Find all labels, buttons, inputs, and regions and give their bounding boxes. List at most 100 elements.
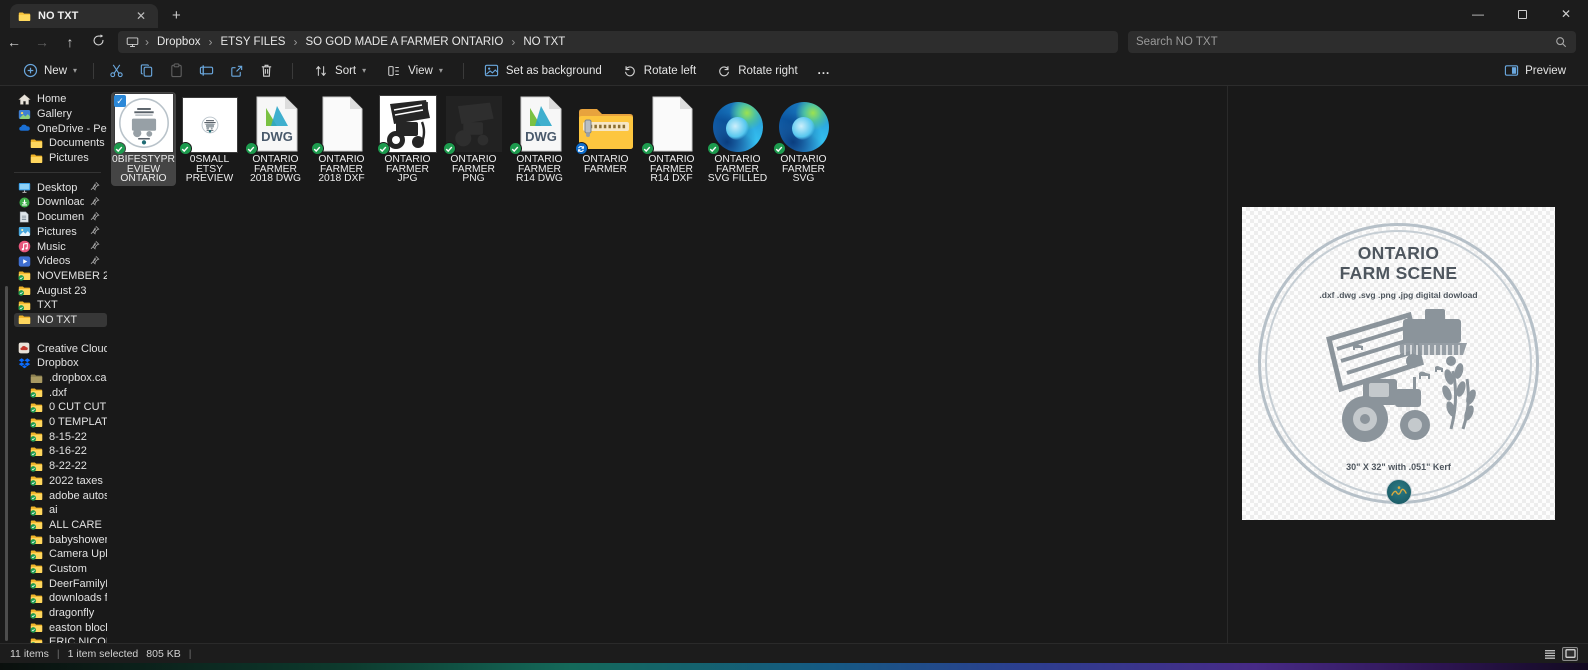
minimize-button[interactable]: —	[1456, 0, 1500, 28]
sidebar-item-gallery[interactable]: Gallery	[14, 107, 107, 122]
sidebar-item-music[interactable]: Music	[14, 239, 107, 254]
sidebar-item-dropbox-cache[interactable]: .dropbox.cache	[14, 371, 107, 386]
sidebar-item-home[interactable]: Home	[14, 92, 107, 107]
maximize-button[interactable]	[1500, 0, 1544, 28]
preview-toggle-button[interactable]: Preview	[1495, 59, 1574, 83]
sidebar-item-custom[interactable]: Custom	[14, 562, 107, 577]
file-name-label: ONTARIO FARMER JPG	[376, 155, 439, 184]
sidebar-item-desktop[interactable]: Desktop	[14, 180, 107, 195]
wallpaper-icon	[484, 63, 500, 79]
pin-icon	[90, 255, 103, 268]
titlebar: NO TXT ✕ + — ✕	[0, 0, 1588, 28]
search-icon[interactable]	[1555, 36, 1568, 49]
share-button[interactable]	[228, 63, 244, 79]
folder-check-icon	[30, 504, 43, 517]
breadcrumb-chevron-icon[interactable]: ›	[291, 35, 299, 49]
refresh-button[interactable]	[84, 34, 112, 50]
file-name-label: ONTARIO FARMER 2018 DXF	[310, 155, 373, 184]
sidebar-item-camera-upload[interactable]: Camera Upload	[14, 547, 107, 562]
sidebar-item-txt[interactable]: TXT	[14, 298, 107, 313]
sidebar-item-november-23[interactable]: NOVEMBER 23	[14, 269, 107, 284]
sidebar-item-onedrive-perso[interactable]: OneDrive - Perso	[14, 121, 107, 136]
sidebar-item-ai[interactable]: ai	[14, 503, 107, 518]
file-ontario-farmer-r14-dxf[interactable]: ONTARIO FARMER R14 DXF	[639, 92, 704, 186]
view-button[interactable]: View ▾	[378, 59, 451, 83]
sidebar-item-babyshower[interactable]: babyshower	[14, 532, 107, 547]
sidebar-item-august-23[interactable]: August 23	[14, 283, 107, 298]
sidebar-item-label: NOVEMBER 23	[37, 270, 107, 282]
file-ontario-farmer-jpg[interactable]: ONTARIO FARMER JPG	[375, 92, 440, 186]
new-button[interactable]: New ▾	[14, 59, 85, 83]
back-button[interactable]: ←	[0, 34, 28, 50]
sidebar-item-dragonfly[interactable]: dragonfly	[14, 606, 107, 621]
file-ontario-farmer-svg[interactable]: ONTARIO FARMER SVG	[771, 92, 836, 186]
sidebar-item-downloads[interactable]: Downloads	[14, 195, 107, 210]
file-0small-etsy-preview-ontario[interactable]: 0SMALL ETSY PREVIEW ONTARIO	[177, 92, 242, 186]
file-ontario-farmer-r14-dwg[interactable]: DWG ONTARIO FARMER R14 DWG	[507, 92, 572, 186]
new-tab-button[interactable]: +	[172, 7, 181, 24]
sidebar-item-deerfamilymou[interactable]: DeerFamilyMou	[14, 576, 107, 591]
file-ontario-farmer-2018-dwg[interactable]: DWG ONTARIO FARMER 2018 DWG	[243, 92, 308, 186]
sidebar-item-documents[interactable]: Documents	[14, 136, 107, 151]
sidebar-item-all-care[interactable]: ALL CARE	[14, 518, 107, 533]
sidebar-item-0-cut-cut-cut[interactable]: 0 CUT CUT CUT	[14, 400, 107, 415]
sidebar-item-documents[interactable]: Documents	[14, 210, 107, 225]
sidebar-item-8-15-22[interactable]: 8-15-22	[14, 429, 107, 444]
selection-checkbox[interactable]: ✓	[114, 95, 126, 107]
up-button[interactable]: ↑	[56, 34, 84, 50]
folder-check-icon	[30, 386, 43, 399]
sidebar-item-dropbox[interactable]: Dropbox	[14, 356, 107, 371]
sidebar-item-downloads-fror[interactable]: downloads fror	[14, 591, 107, 606]
close-button[interactable]: ✕	[1544, 0, 1588, 28]
sidebar-item-dxf[interactable]: .dxf	[14, 385, 107, 400]
sidebar-item-eric-nicole-n[interactable]: ERIC NICOLE N	[14, 635, 107, 643]
file-grid: ✓ 0BIFESTYPREVIEW ONTARIO 0SMALL ETSY PR…	[107, 86, 1227, 643]
sidebar-item-pictures[interactable]: Pictures	[14, 225, 107, 240]
sort-button[interactable]: Sort ▾	[305, 59, 374, 83]
sidebar-item-2022-taxes[interactable]: 2022 taxes	[14, 474, 107, 489]
breadcrumb-chevron-icon[interactable]: ›	[509, 35, 517, 49]
brand-logo	[1386, 479, 1412, 505]
file-ontario-farmer-2018-dxf[interactable]: ONTARIO FARMER 2018 DXF	[309, 92, 374, 186]
sidebar-item-creative-cloud-fi[interactable]: Creative Cloud Fi	[14, 341, 107, 356]
more-options-button[interactable]: ...	[810, 61, 839, 81]
sidebar-item-adobe-autosave[interactable]: adobe autosave	[14, 488, 107, 503]
breadcrumb-chevron-icon[interactable]: ›	[143, 35, 151, 49]
file-ontario-farmer-png[interactable]: ONTARIO FARMER PNG	[441, 92, 506, 186]
sidebar-item-pictures[interactable]: Pictures	[14, 151, 107, 166]
sidebar-item-easton-block[interactable]: easton block	[14, 620, 107, 635]
delete-button[interactable]	[258, 63, 274, 79]
breadcrumb-segment-so-god-made-a-farmer-ontario[interactable]: SO GOD MADE A FARMER ONTARIO	[299, 34, 509, 50]
sidebar-item-videos[interactable]: Videos	[14, 254, 107, 269]
rotate-left-button[interactable]: Rotate left	[614, 59, 704, 83]
set-as-background-button[interactable]: Set as background	[476, 59, 610, 83]
breadcrumb-segment-etsy-files[interactable]: ETSY FILES	[214, 34, 291, 50]
sidebar-item-label: .dxf	[49, 387, 107, 399]
preview-formats-text: .dxf .dwg .svg .png .jpg digital dowload	[1319, 290, 1477, 300]
sidebar-item-8-16-22[interactable]: 8-16-22	[14, 444, 107, 459]
thumbnail-view-toggle[interactable]	[1562, 647, 1578, 661]
file-0bifestypreview-ontario[interactable]: ✓ 0BIFESTYPREVIEW ONTARIO	[111, 92, 176, 186]
sidebar-scrollbar[interactable]	[5, 286, 8, 641]
sidebar-item-no-txt[interactable]: NO TXT	[14, 313, 107, 328]
pictures-icon	[18, 225, 31, 238]
sidebar-item-0-templates[interactable]: 0 TEMPLATES	[14, 415, 107, 430]
file-ontario-farmer-svg-filled[interactable]: ONTARIO FARMER SVG FILLED	[705, 92, 770, 186]
cut-button[interactable]	[108, 63, 124, 79]
breadcrumb-chevron-icon[interactable]: ›	[206, 35, 214, 49]
file-ontario-farmer[interactable]: ONTARIO FARMER	[573, 92, 638, 186]
rotate-right-icon	[716, 63, 732, 79]
copy-button[interactable]	[138, 63, 154, 79]
breadcrumb-segment-no-txt[interactable]: NO TXT	[517, 34, 571, 50]
rename-button[interactable]	[198, 63, 214, 79]
paste-button	[168, 63, 184, 79]
tab-close-icon[interactable]: ✕	[132, 9, 150, 23]
breadcrumb-segment-dropbox[interactable]: Dropbox	[151, 34, 206, 50]
this-pc-icon[interactable]	[126, 36, 139, 49]
forward-button[interactable]: →	[28, 34, 56, 50]
search-input[interactable]	[1136, 36, 1555, 48]
details-view-toggle[interactable]	[1542, 647, 1558, 661]
rotate-right-button[interactable]: Rotate right	[708, 59, 805, 83]
explorer-tab[interactable]: NO TXT ✕	[10, 4, 158, 28]
sidebar-item-8-22-22[interactable]: 8-22-22	[14, 459, 107, 474]
